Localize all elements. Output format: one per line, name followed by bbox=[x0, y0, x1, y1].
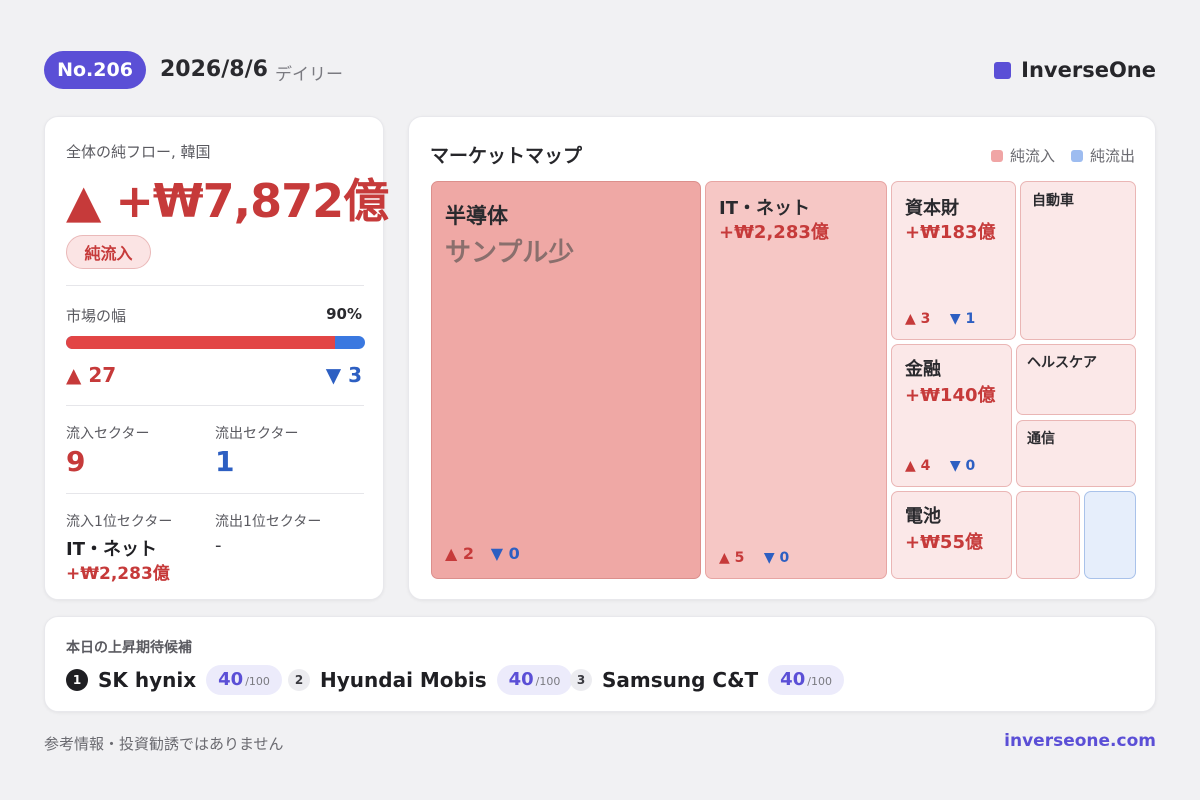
sector-tile-healthcare[interactable]: ヘルスケア bbox=[1016, 344, 1136, 415]
summary-title: 全体の純フロー, 韓国 bbox=[66, 143, 211, 161]
sector-down-count: ▼ 1 bbox=[949, 311, 976, 327]
legend-item-inflow: 純流入 bbox=[990, 145, 1055, 166]
net-inflow-pill: 純流入 bbox=[66, 235, 151, 269]
score-max: /100 bbox=[245, 675, 270, 688]
sector-up-count: ▲ 4 bbox=[905, 458, 931, 474]
breadth-up-count: ▲ 27 bbox=[66, 363, 117, 387]
top-outflow-sector-label: 流出1位セクター bbox=[215, 514, 322, 530]
net-flow-summary-card: 全体の純フロー, 韓国 ▲ +₩7,872億 純流入 市場の幅 90% ▲ 27… bbox=[44, 116, 389, 600]
sector-up-down: ▲ 5 ▼ 0 bbox=[719, 550, 789, 566]
top-inflow-sector-label: 流入1位セクター bbox=[66, 514, 173, 530]
candidate-item[interactable]: 2 Hyundai Mobis 40 /100 bbox=[288, 665, 573, 695]
rank-badge: 2 bbox=[288, 669, 310, 691]
sector-tile-capital-goods[interactable]: 資本財 +₩183億 ▲ 3 ▼ 1 bbox=[891, 181, 1016, 340]
sector-tile-telecom[interactable]: 通信 bbox=[1016, 420, 1136, 487]
sector-value: +₩2,283億 bbox=[719, 222, 829, 243]
sector-tile-finance[interactable]: 金融 +₩140億 ▲ 4 ▼ 0 bbox=[891, 344, 1012, 487]
legend-outflow-label: 純流出 bbox=[1089, 147, 1135, 165]
sector-down-count: ▼ 0 bbox=[763, 550, 790, 566]
market-map-legend: 純流入 純流出 bbox=[983, 145, 1135, 166]
header: No.206 2026/8/6 デイリー InverseOne bbox=[44, 51, 1156, 91]
breadth-down-count: ▼ 3 bbox=[325, 363, 362, 387]
breadth-percent: 90% bbox=[326, 305, 362, 323]
top-outflow-sector-name: - bbox=[215, 535, 222, 556]
candidate-score: 40 /100 bbox=[496, 665, 573, 695]
rank-badge: 1 bbox=[66, 669, 88, 691]
sector-tile-unlabeled-inflow[interactable] bbox=[1016, 491, 1080, 579]
market-map-card: マーケットマップ 純流入 純流出 半導体 サンプル少 ▲ 2 ▼ 0 IT・ネッ… bbox=[408, 116, 1156, 600]
sector-tile-batteries[interactable]: 電池 +₩55億 bbox=[891, 491, 1012, 579]
candidate-score: 40 /100 bbox=[206, 665, 282, 695]
outflow-swatch-icon bbox=[1070, 149, 1083, 162]
sector-up-down: ▲ 3 ▼ 1 bbox=[905, 311, 975, 327]
sector-name: 半導体 bbox=[445, 204, 508, 228]
sector-up-count: ▲ 5 bbox=[719, 550, 745, 566]
candidate-name: Samsung C&T bbox=[602, 668, 759, 692]
issue-badge: No.206 bbox=[44, 51, 146, 89]
report-date: 2026/8/6 bbox=[160, 57, 268, 82]
report-kind: デイリー bbox=[275, 65, 343, 85]
sector-tile-it-net[interactable]: IT・ネット +₩2,283億 ▲ 5 ▼ 0 bbox=[705, 181, 887, 579]
outflow-sectors-label: 流出セクター bbox=[215, 426, 299, 442]
score-value: 40 bbox=[508, 669, 534, 690]
sector-value: +₩183億 bbox=[905, 222, 996, 243]
sector-up-count: ▲ 2 bbox=[445, 544, 475, 563]
score-max: /100 bbox=[807, 675, 832, 688]
sector-name: 電池 bbox=[905, 506, 941, 527]
market-map-title: マーケットマップ bbox=[430, 145, 583, 167]
candidate-name: SK hynix bbox=[98, 668, 197, 692]
sector-name: 自動車 bbox=[1032, 193, 1074, 209]
sector-value: +₩55億 bbox=[905, 532, 983, 553]
divider bbox=[66, 405, 364, 406]
sector-up-down: ▲ 4 ▼ 0 bbox=[905, 458, 975, 474]
brand-name: InverseOne bbox=[1021, 58, 1156, 82]
breadth-label: 市場の幅 bbox=[66, 307, 127, 325]
inflow-swatch-icon bbox=[990, 149, 1003, 162]
brand-logo-icon bbox=[994, 61, 1012, 79]
sector-value: +₩140億 bbox=[905, 385, 996, 406]
score-value: 40 bbox=[780, 669, 806, 690]
top-inflow-sector-name: IT・ネット bbox=[66, 539, 157, 560]
legend-item-outflow: 純流出 bbox=[1070, 145, 1135, 166]
inflow-sectors-label: 流入セクター bbox=[66, 426, 150, 442]
sector-note: サンプル少 bbox=[445, 238, 575, 268]
sector-down-count: ▼ 0 bbox=[490, 544, 520, 563]
score-value: 40 bbox=[218, 669, 244, 690]
inflow-sectors-count: 9 bbox=[66, 445, 86, 478]
sector-tile-semiconductors[interactable]: 半導体 サンプル少 ▲ 2 ▼ 0 bbox=[431, 181, 701, 579]
outflow-sectors-count: 1 bbox=[215, 445, 235, 478]
sector-name: IT・ネット bbox=[719, 198, 810, 219]
candidate-name: Hyundai Mobis bbox=[320, 668, 487, 692]
sector-name: 通信 bbox=[1027, 431, 1055, 447]
candidate-item[interactable]: 3 Samsung C&T 40 /100 bbox=[570, 665, 844, 695]
candidate-item[interactable]: 1 SK hynix 40 /100 bbox=[66, 665, 282, 695]
sector-up-down: ▲ 2 ▼ 0 bbox=[445, 544, 520, 563]
sector-down-count: ▼ 0 bbox=[949, 458, 976, 474]
breadth-bar bbox=[66, 336, 365, 349]
sector-tile-unlabeled-outflow[interactable] bbox=[1084, 491, 1136, 579]
top-inflow-sector-value: +₩2,283億 bbox=[66, 564, 170, 584]
disclaimer: 参考情報・投資勧誘ではありません bbox=[44, 735, 284, 753]
sector-name: ヘルスケア bbox=[1027, 355, 1097, 371]
sector-name: 金融 bbox=[905, 359, 941, 380]
divider bbox=[66, 493, 364, 494]
sector-up-count: ▲ 3 bbox=[905, 311, 931, 327]
site-link[interactable]: inverseone.com bbox=[1004, 731, 1156, 751]
rising-candidates-card: 本日の上昇期待候補 1 SK hynix 40 /100 2 Hyundai M… bbox=[44, 616, 1156, 712]
score-max: /100 bbox=[535, 675, 561, 688]
candidate-score: 40 /100 bbox=[768, 665, 844, 695]
breadth-bar-fill bbox=[66, 336, 336, 349]
rank-badge: 3 bbox=[570, 669, 592, 691]
sector-name: 資本財 bbox=[905, 198, 959, 219]
divider bbox=[66, 285, 364, 286]
legend-inflow-label: 純流入 bbox=[1009, 147, 1055, 165]
total-net-flow: ▲ +₩7,872億 bbox=[66, 174, 389, 228]
candidates-title: 本日の上昇期待候補 bbox=[66, 640, 192, 656]
sector-tile-automobiles[interactable]: 自動車 bbox=[1020, 181, 1136, 340]
brand: InverseOne bbox=[994, 58, 1156, 82]
